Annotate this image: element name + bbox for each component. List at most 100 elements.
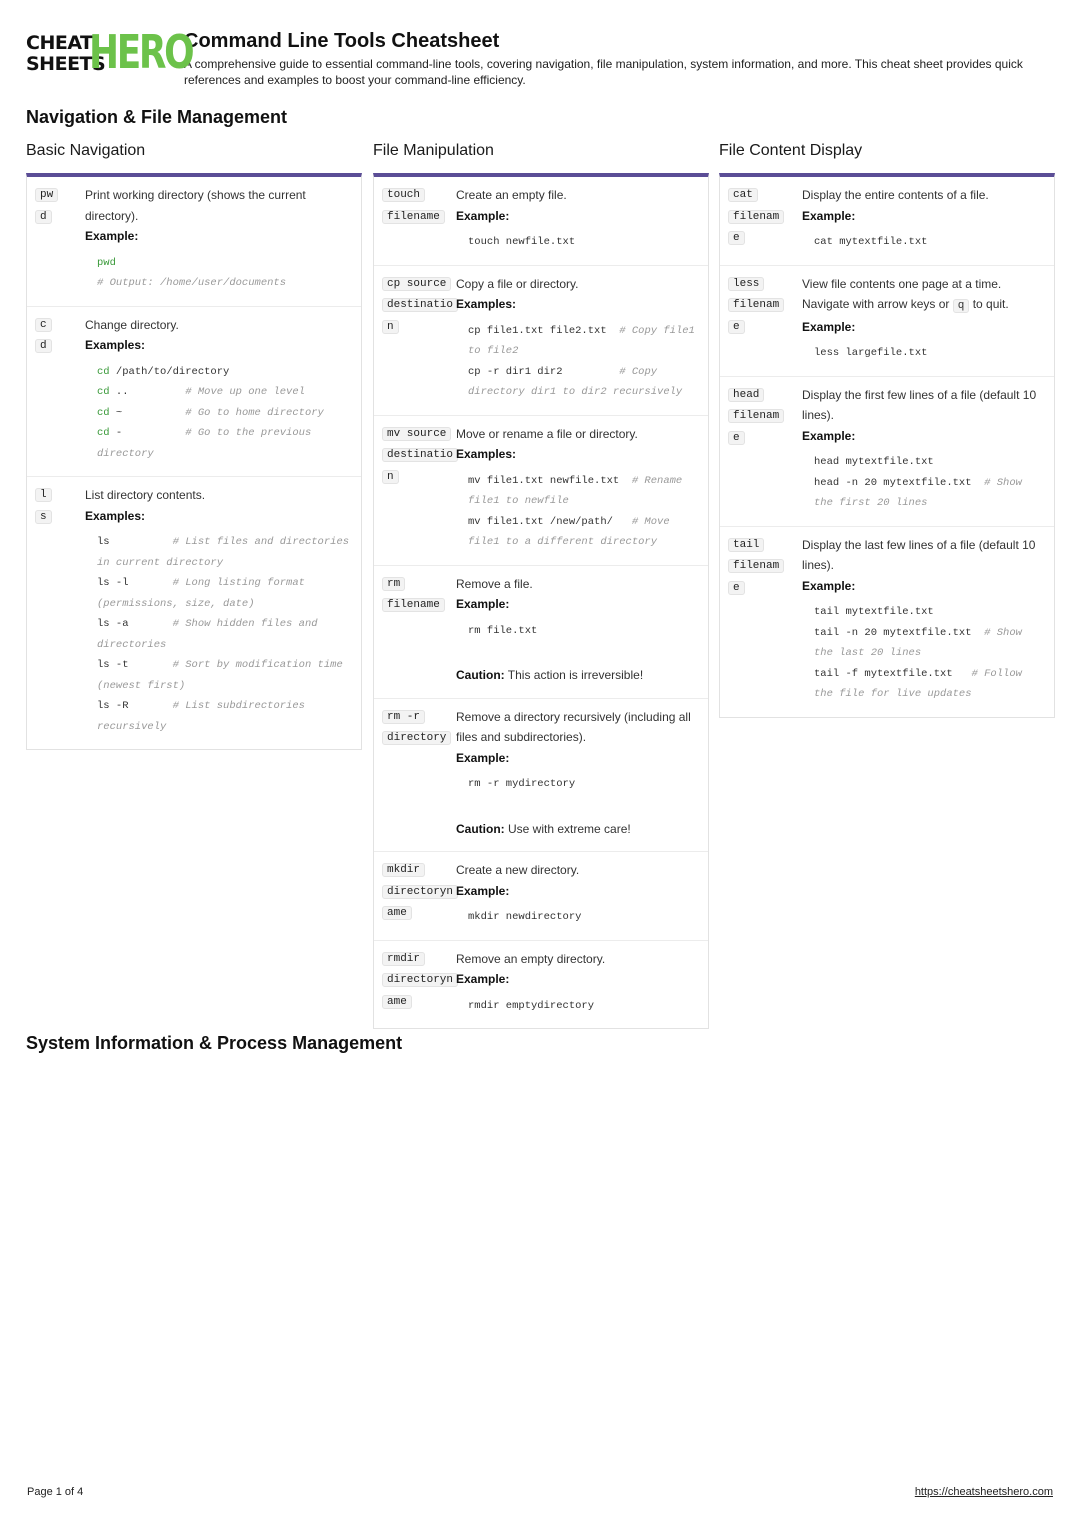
cheatsheet-card: cat filenam e Display the entire contents o… (719, 173, 1055, 718)
code-example: less largefile.txt (802, 337, 1046, 364)
command-chip: l (35, 488, 52, 502)
command-chip: destinatio (382, 298, 459, 312)
code-keyword: cd (97, 427, 110, 439)
command-chip: n (382, 319, 399, 334)
command-chip: filenam (728, 409, 785, 423)
code-line: rm -r mydirectory (468, 774, 700, 795)
code-line: rm file.txt (468, 621, 700, 642)
code-command: less largefile.txt (814, 347, 928, 359)
code-command: tail -n 20 mytextfile.txt (814, 626, 985, 639)
caution-note: Caution: This action is irreversible! (456, 665, 700, 686)
command-chip: e (728, 231, 745, 245)
command-row: cat filenam e Display the entire contents o… (720, 177, 1054, 266)
command-chip: directory (382, 731, 452, 745)
code-example: pwd # Output: /home/user/documents (85, 247, 353, 294)
command-details: Change directory. Examples: cd /path/to/di… (85, 315, 353, 465)
caution-text: Use with extreme care! (508, 821, 631, 836)
command-chip: directoryn (382, 973, 459, 987)
command-chip: e (728, 319, 745, 334)
command-description: Move or rename a file or directory. (456, 426, 638, 441)
code-line: mkdir newdirectory (468, 907, 700, 928)
code-line: cp -r dir1 dir2 # Copy directory dir1 to… (468, 362, 700, 403)
page-header: CHEAT SHEETS HERO Command Line Tools Che… (26, 27, 1056, 88)
code-command: rm file.txt (468, 624, 538, 637)
code-comment: # Move up one level (185, 386, 305, 398)
section-title-navigation: Navigation & File Management (26, 107, 288, 127)
command-row: tail filenam e Display the last few lines o… (720, 527, 1054, 717)
command-row: rm -r directory Remove a directory recursi… (374, 699, 708, 852)
command-details: Remove a file. Example: rm file.txt Caution… (456, 574, 700, 686)
command-details: Display the last few lines of a file (de… (802, 535, 1046, 705)
cheatsheetshero-logo[interactable]: CHEAT SHEETS HERO (26, 27, 195, 78)
command-syntax: head filenam e (728, 385, 802, 514)
command-row: rmdir directoryn ame Remove an empty direct… (374, 941, 708, 1029)
command-chip: n (382, 469, 399, 484)
code-args: ~ (109, 406, 186, 419)
code-args: .. (109, 386, 186, 398)
code-command: mv file1.txt newfile.txt (468, 474, 632, 487)
command-syntax: touch filename (382, 185, 456, 253)
column-title: File Manipulation (373, 142, 494, 159)
column-file-content-display: File Content Display cat filenam e Display … (719, 142, 1055, 718)
code-command: tail mytextfile.txt (814, 606, 934, 618)
example-label: Examples: (456, 447, 517, 461)
code-line: tail -n 20 mytextfile.txt # Show the las… (814, 623, 1046, 664)
code-example: touch newfile.txt (456, 226, 700, 253)
code-line: cat mytextfile.txt (814, 232, 1046, 253)
command-syntax: mv source destinatio n (382, 424, 459, 553)
code-command: mv file1.txt /new/path/ (468, 515, 632, 528)
logo-hero: HERO (89, 25, 195, 79)
command-chip: filename (382, 209, 445, 224)
page-title: Command Line Tools Cheatsheet (184, 30, 500, 52)
inline-key: q (952, 299, 970, 313)
title-block: Command Line Tools Cheatsheet A comprehe… (184, 30, 1054, 88)
code-command: cp -r dir1 dir2 (468, 365, 620, 378)
command-details: Move or rename a file or directory. Examp… (456, 424, 700, 553)
command-description: Display the last few lines of a file (de… (802, 537, 1036, 573)
command-description: Remove a directory recursively (includin… (456, 709, 691, 745)
code-command: rm -r mydirectory (468, 778, 576, 790)
command-chip: less (728, 276, 765, 291)
caution-text: This action is irreversible! (507, 668, 644, 682)
command-chip: rm (382, 576, 406, 591)
code-line: tail mytextfile.txt (814, 602, 1046, 623)
code-line: cd /path/to/directory (97, 362, 353, 383)
command-details: Remove an empty directory. Example: rmdir … (456, 949, 700, 1017)
code-keyword: cd (97, 365, 110, 378)
code-line: less largefile.txt (814, 343, 1046, 364)
caution-note: Caution: Use with extreme care! (456, 819, 700, 840)
command-description: Remove an empty directory. (456, 951, 606, 966)
code-line: cd ~ # Go to home directory (97, 403, 353, 424)
section-title-system-info: System Information & Process Management (26, 1033, 403, 1053)
command-row: mkdir directoryn ame Create a new directory… (374, 852, 708, 941)
site-link[interactable]: https://cheatsheetshero.com (915, 1486, 1053, 1498)
command-row: rm filename Remove a file. Example: rm file.… (374, 566, 708, 699)
command-row: c d Change directory. Examples: cd /path/to/… (27, 307, 361, 477)
command-description: Create an empty file. (456, 188, 567, 202)
command-description: Create a new directory. (456, 863, 580, 877)
example-label: Example: (802, 208, 856, 223)
cheatsheet-card: touch filename Create an empty file. Exampl… (373, 173, 709, 1029)
code-example: head mytextfile.txt head -n 20 mytextfile… (802, 446, 1046, 514)
example-label: Example: (802, 578, 856, 593)
example-label: Examples: (85, 338, 146, 352)
command-description: Remove a file. (456, 576, 533, 591)
description-text: to quit. (972, 297, 1009, 311)
command-syntax: cat filenam e (728, 185, 802, 253)
example-label: Example: (802, 428, 856, 443)
command-details: View file contents one page at a time. N… (802, 274, 1046, 364)
command-details: Copy a file or directory. Examples: cp fil… (456, 274, 700, 403)
cheatsheet-card: pw d Print working directory (shows the cu… (26, 173, 362, 750)
example-label: Examples: (456, 297, 517, 311)
command-syntax: rmdir directoryn ame (382, 949, 459, 1017)
code-example: cat mytextfile.txt (802, 226, 1046, 253)
code-example: rm file.txt (456, 615, 700, 642)
example-label: Example: (456, 883, 510, 898)
command-row: mv source destinatio n Move or rename a fil… (374, 416, 708, 566)
code-command: mkdir newdirectory (468, 911, 582, 923)
command-syntax: less filenam e (728, 274, 802, 364)
command-description: Print working directory (shows the curre… (85, 188, 306, 223)
command-chip: ame (382, 994, 412, 1009)
code-line: cp file1.txt file2.txt # Copy file1 to f… (468, 321, 700, 362)
code-example: mv file1.txt newfile.txt # Rename file1 … (456, 465, 700, 553)
